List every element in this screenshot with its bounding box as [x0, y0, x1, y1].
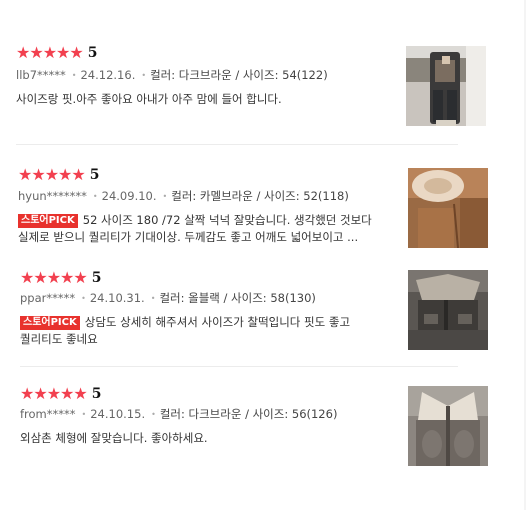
reviewer-id: hyun******* [18, 189, 87, 203]
rating: ★★★★★ 5 [20, 384, 102, 403]
rating-score: 5 [91, 386, 102, 402]
separator: • [92, 192, 98, 201]
purchase-option: 컬러: 카멜브라운 / 사이즈: 52(118) [171, 189, 349, 203]
review-photo[interactable] [406, 46, 486, 126]
review-text-line: 퀄리티도 좋네요 [20, 332, 98, 346]
rating: ★★★★★ 5 [16, 43, 98, 62]
separator: • [162, 192, 168, 201]
separator: • [81, 294, 86, 303]
review-text-line: 외삼촌 체형에 잘맞습니다. 좋아하세요. [20, 431, 208, 445]
review-photo[interactable] [408, 386, 488, 466]
separator: • [71, 71, 77, 80]
review-meta: llb7***** • 24.12.16. • 컬러: 다크브라운 / 사이즈: 54(… [16, 67, 328, 83]
rating-score: 5 [89, 167, 100, 183]
star-rating-icon: ★★★★★ [20, 268, 88, 287]
review-text[interactable]: 스토어PICK 상담도 상세히 해주셔서 사이즈가 찰떡입니다 핏도 좋고 퀄리티… [20, 314, 400, 348]
review-meta: hyun******* • 24.09.10. • 컬러: 카멜브라운 / 사이즈: 5… [18, 188, 349, 204]
purchase-option: 컬러: 올블랙 / 사이즈: 58(130) [159, 291, 316, 305]
purchase-option: 컬러: 다크브라운 / 사이즈: 56(126) [159, 407, 338, 421]
review-text-line: 상담도 상세히 해주셔서 사이즈가 찰떡입니다 핏도 좋고 [84, 315, 351, 329]
rating: ★★★★★ 5 [18, 165, 100, 184]
star-rating-icon: ★★★★★ [20, 384, 88, 403]
rating-score: 5 [91, 270, 102, 286]
separator: • [141, 71, 147, 80]
review-text[interactable]: 외삼촌 체형에 잘맞습니다. 좋아하세요. [20, 430, 400, 447]
reviewer-id: llb7***** [16, 68, 66, 82]
review-photo[interactable] [408, 168, 488, 248]
star-rating-icon: ★★★★★ [16, 43, 84, 62]
store-pick-badge: 스토어PICK [18, 214, 78, 228]
rating-score: 5 [87, 45, 98, 61]
store-pick-badge: 스토어PICK [20, 316, 80, 330]
divider [20, 366, 458, 367]
review-meta: ppar***** • 24.10.31. • 컬러: 올블랙 / 사이즈: 58(13… [20, 290, 316, 306]
review-text[interactable]: 사이즈랑 핏.아주 좋아요 아내가 아주 맘에 들어 합니다. [16, 91, 386, 108]
review-photo[interactable] [408, 270, 488, 350]
review-text-line: 사이즈랑 핏.아주 좋아요 아내가 아주 맘에 들어 합니다. [16, 92, 282, 106]
separator: • [150, 294, 156, 303]
star-rating-icon: ★★★★★ [18, 165, 86, 184]
review-date: 24.10.15. [90, 407, 146, 421]
reviewer-id: ppar***** [20, 291, 76, 305]
review-meta: from***** • 24.10.15. • 컬러: 다크브라운 / 사이즈: 56(… [20, 406, 337, 422]
review-text-line: 52 사이즈 180 /72 살짝 넉넉 잘맞습니다. 생각했던 것보다 [82, 213, 372, 227]
review-date: 24.10.31. [89, 291, 145, 305]
review-text-line: 실제로 받으니 퀄리티가 기대이상. 두께감도 좋고 어깨도 넓어보이고 ... [18, 230, 359, 244]
reviewer-id: from***** [20, 407, 76, 421]
rating: ★★★★★ 5 [20, 268, 102, 287]
divider [16, 144, 458, 145]
purchase-option: 컬러: 다크브라운 / 사이즈: 54(122) [150, 68, 328, 82]
separator: • [151, 410, 156, 419]
review-date: 24.09.10. [101, 189, 157, 203]
review-date: 24.12.16. [80, 68, 136, 82]
review-text[interactable]: 스토어PICK 52 사이즈 180 /72 살짝 넉넉 잘맞습니다. 생각했던 … [18, 212, 402, 246]
separator: • [81, 410, 87, 419]
